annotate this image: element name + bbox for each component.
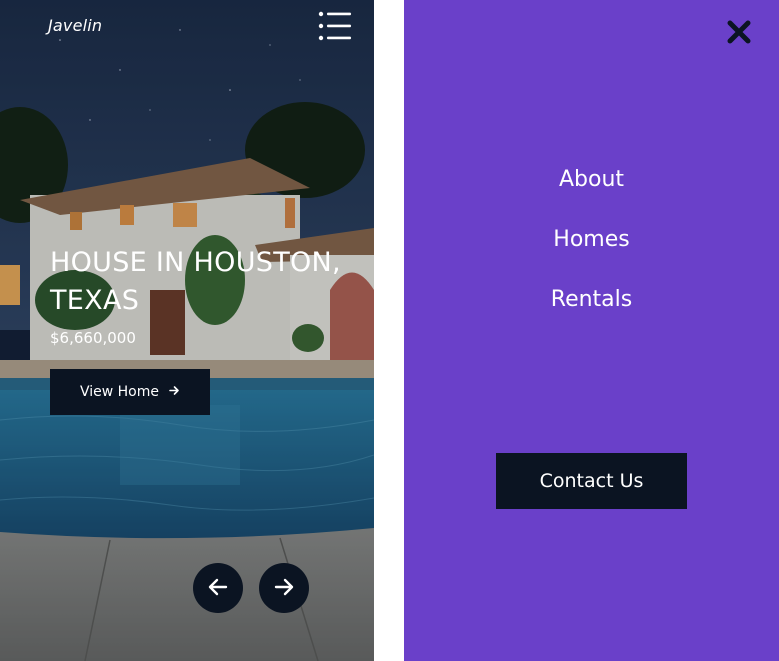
list-menu-icon[interactable] [318, 11, 352, 41]
brand-logo[interactable]: Javelin [48, 16, 102, 35]
listing-price: $6,660,000 [50, 329, 136, 347]
contact-us-button[interactable]: Contact Us [496, 453, 687, 509]
nav-list: About Homes Rentals [404, 160, 779, 340]
close-icon[interactable] [725, 18, 753, 46]
nav-menu-panel: About Homes Rentals Contact Us [404, 0, 779, 661]
nav-link-rentals[interactable]: Rentals [551, 287, 632, 312]
nav-item-rentals: Rentals [404, 280, 779, 340]
arrow-right-icon [169, 385, 180, 400]
listing-title: HOUSE IN HOUSTON, TEXAS [50, 247, 341, 316]
view-home-button[interactable]: View Home [50, 369, 210, 415]
nav-item-about: About [404, 160, 779, 220]
arrow-left-icon [206, 575, 230, 602]
nav-link-about[interactable]: About [559, 167, 624, 192]
nav-link-homes[interactable]: Homes [553, 227, 629, 252]
carousel-prev-button[interactable] [193, 563, 243, 613]
carousel-next-button[interactable] [259, 563, 309, 613]
arrow-right-icon [272, 575, 296, 602]
hero-panel: Javelin HOUSE IN HOUSTON, TEXAS $6,660,0… [0, 0, 374, 661]
nav-item-homes: Homes [404, 220, 779, 280]
view-home-label: View Home [79, 384, 160, 400]
